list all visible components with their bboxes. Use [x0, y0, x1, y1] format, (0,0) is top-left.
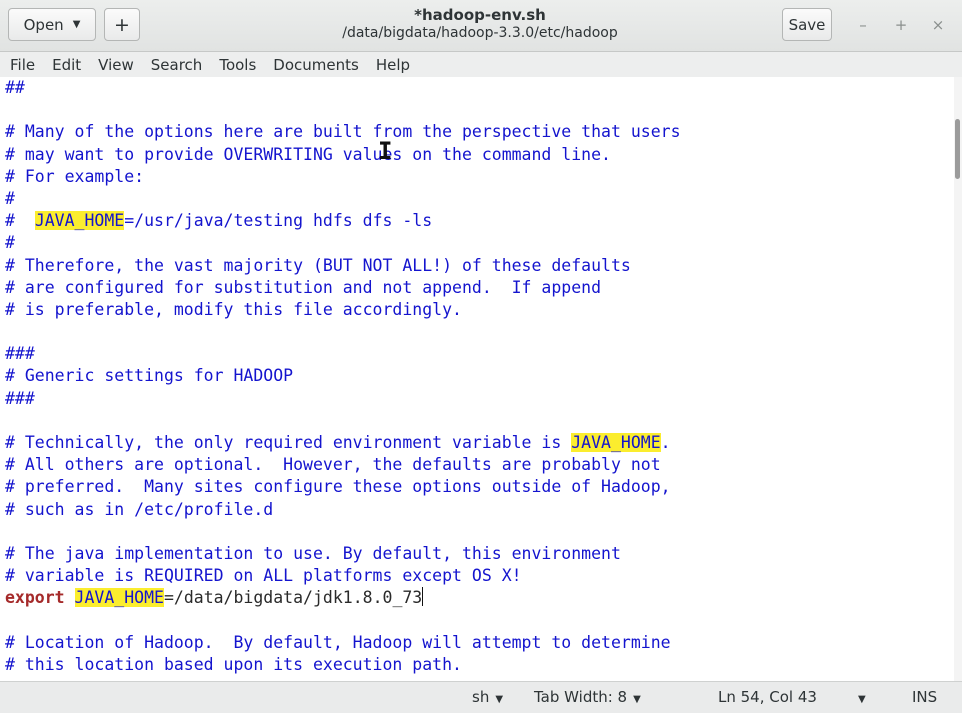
code-line: export JAVA_HOME=/data/bigdata/jdk1.8.0_…: [5, 587, 681, 609]
minimize-icon[interactable]: –: [851, 13, 875, 37]
code-line: # Many of the options here are built fro…: [5, 121, 681, 143]
code-token: # such as in /etc/profile.d: [5, 499, 274, 519]
status-bar: sh ▼ Tab Width: 8 ▼ Ln 54, Col 43 ▼ INS: [0, 681, 962, 713]
code-token: #: [5, 233, 15, 253]
code-token: # may want to provide OVERWRITING values…: [5, 144, 611, 164]
code-token: # preferred. Many sites configure these …: [5, 477, 671, 497]
code-line: #: [5, 188, 681, 210]
chevron-down-icon: ▼: [858, 694, 866, 705]
code-line: # this location based upon its execution…: [5, 654, 681, 676]
code-token: # Location of Hadoop. By default, Hadoop…: [5, 632, 671, 652]
menu-bar: File Edit View Search Tools Documents Help: [0, 52, 962, 77]
position-menu-button[interactable]: ▼: [858, 682, 866, 713]
plus-icon: +: [114, 13, 130, 36]
menu-item-edit[interactable]: Edit: [45, 56, 88, 74]
code-token: ###: [5, 388, 35, 408]
cursor-position: Ln 54, Col 43: [718, 688, 817, 706]
menu-item-tools[interactable]: Tools: [212, 56, 263, 74]
code-line: ###: [5, 343, 681, 365]
code-line: # is preferable, modify this file accord…: [5, 299, 681, 321]
text-caret: [422, 587, 424, 607]
highlighted-match: JAVA_HOME: [571, 433, 661, 452]
code-line: # may want to provide OVERWRITING values…: [5, 144, 681, 166]
code-line: # Location of Hadoop. By default, Hadoop…: [5, 632, 681, 654]
code-line: # For example:: [5, 166, 681, 188]
text-editor[interactable]: ## # Many of the options here are built f…: [0, 77, 954, 681]
highlighted-match: JAVA_HOME: [34, 211, 125, 231]
menu-item-file[interactable]: File: [3, 56, 42, 74]
code-token: # is preferable, modify this file accord…: [5, 299, 462, 319]
code-content[interactable]: ## # Many of the options here are built f…: [5, 77, 681, 676]
code-line: # All others are optional. However, the …: [5, 454, 681, 476]
code-token: .: [660, 433, 671, 452]
code-line: # Therefore, the vast majority (BUT NOT …: [5, 255, 681, 277]
close-icon[interactable]: ×: [926, 13, 950, 37]
code-line: # JAVA_HOME=/usr/java/testing hdfs dfs -…: [5, 210, 681, 232]
code-token: ###: [5, 344, 35, 364]
menu-item-view[interactable]: View: [91, 56, 141, 74]
tab-width-selector[interactable]: Tab Width: 8 ▼: [534, 682, 641, 713]
highlighted-match: JAVA_HOME: [74, 588, 164, 608]
keyword-token: export: [5, 588, 65, 608]
code-line: # variable is REQUIRED on ALL platforms …: [5, 565, 681, 587]
maximize-icon[interactable]: +: [889, 13, 913, 37]
new-tab-button[interactable]: +: [104, 8, 140, 41]
menu-item-documents[interactable]: Documents: [266, 56, 366, 74]
code-token: #: [5, 211, 35, 231]
menu-item-help[interactable]: Help: [369, 56, 417, 74]
scrollbar-thumb[interactable]: [955, 119, 960, 179]
document-path: /data/bigdata/hadoop-3.3.0/etc/hadoop: [342, 25, 618, 41]
code-token: jdk1.8.0_73: [312, 588, 423, 608]
code-token: # Many of the options here are built fro…: [5, 122, 681, 142]
code-token: #: [5, 188, 15, 208]
language-label: sh: [472, 688, 490, 706]
chevron-down-icon: ▼: [72, 19, 81, 30]
code-line: # Generic settings for HADOOP: [5, 365, 681, 387]
save-button[interactable]: Save: [782, 8, 832, 41]
code-token: # are configured for substitution and no…: [5, 277, 602, 297]
code-line: ###: [5, 388, 681, 410]
insert-mode: INS: [912, 688, 938, 706]
header-bar: Open ▼ + *hadoop-env.sh /data/bigdata/ha…: [0, 0, 962, 52]
code-token: =/data/bigdata/: [163, 588, 313, 608]
code-line: ##: [5, 77, 681, 99]
ibeam-cursor-icon: I: [378, 137, 393, 165]
code-line: # The java implementation to use. By def…: [5, 543, 681, 565]
code-line: # preferred. Many sites configure these …: [5, 476, 681, 498]
open-button-label: Open: [23, 15, 64, 34]
code-token: ##: [5, 78, 25, 97]
chevron-down-icon: ▼: [495, 694, 504, 705]
code-line: # are configured for substitution and no…: [5, 277, 681, 299]
code-token: # Generic settings for HADOOP: [5, 366, 294, 386]
code-line: #: [5, 232, 681, 254]
language-selector[interactable]: sh ▼: [472, 682, 503, 713]
open-button[interactable]: Open ▼: [8, 8, 96, 41]
window-title: *hadoop-env.sh /data/bigdata/hadoop-3.3.…: [250, 6, 710, 43]
code-token: # this location based upon its execution…: [5, 654, 462, 674]
code-token: # All others are optional. However, the …: [5, 455, 661, 475]
code-token: # Therefore, the vast majority (BUT NOT …: [5, 255, 631, 275]
code-token: # For example:: [5, 166, 145, 186]
code-token: # Technically, the only required environ…: [5, 433, 572, 452]
code-token: # The java implementation to use. By def…: [5, 543, 621, 563]
document-title: *hadoop-env.sh: [414, 6, 546, 24]
tab-width-label: Tab Width: 8: [534, 688, 628, 706]
code-token: # variable is REQUIRED on ALL platforms …: [5, 566, 522, 586]
vertical-scrollbar[interactable]: [954, 77, 962, 681]
code-token: =/usr/java/testing hdfs dfs -ls: [124, 211, 433, 231]
menu-item-search[interactable]: Search: [144, 56, 210, 74]
chevron-down-icon: ▼: [633, 694, 641, 705]
code-line: # such as in /etc/profile.d: [5, 499, 681, 521]
code-line: # Technically, the only required environ…: [5, 432, 681, 454]
